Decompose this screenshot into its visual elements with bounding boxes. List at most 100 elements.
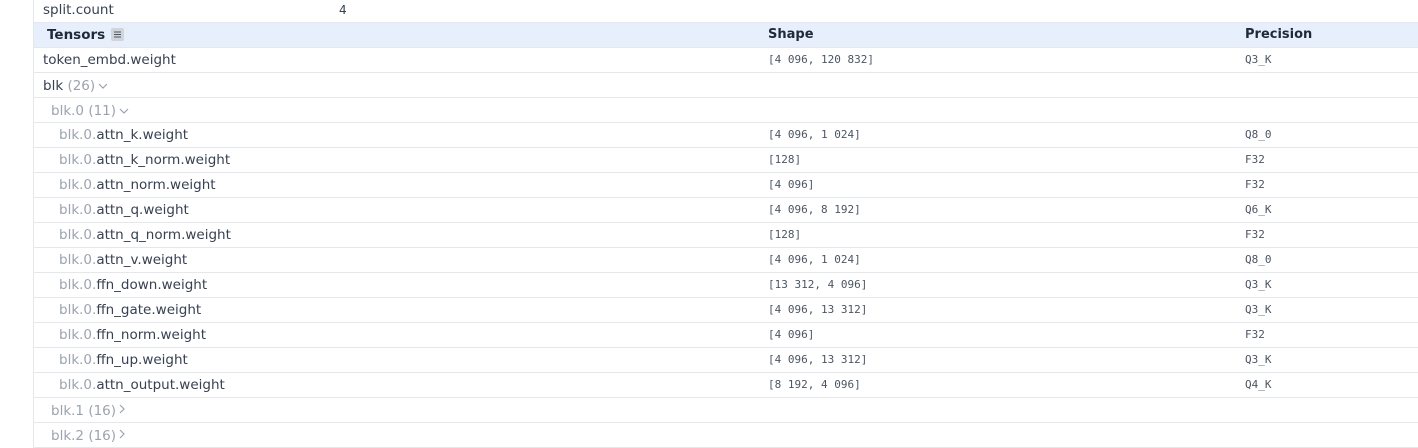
tensor-name: blk.0.ffn_norm.weight [59,323,206,347]
table-row: blk.0.ffn_up.weight [4 096, 13 312] Q3_K [34,348,1418,373]
table-row: blk.0.attn_output.weight [8 192, 4 096] Q4… [34,373,1418,398]
header-shape: Shape [768,27,814,42]
header-tensors: Tensors [47,23,125,47]
tensor-suffix: ffn_gate.weight [96,302,202,318]
tensor-precision: Q4_K [1245,378,1272,391]
table-row: blk.0.attn_v.weight [4 096, 1 024] Q8_0 [34,248,1418,273]
subgroup-name: blk.0 [51,103,85,119]
tensor-suffix: attn_v.weight [96,252,188,268]
tensor-suffix: attn_k_norm.weight [96,152,231,168]
table-row: blk.0.ffn_norm.weight [4 096] F32 [34,323,1418,348]
chevron-down-icon[interactable] [98,73,108,97]
collapsed-group-name: blk.1 [51,403,85,419]
tensor-name: blk.0.attn_k_norm.weight [59,148,230,172]
tensor-suffix: ffn_down.weight [96,277,208,293]
tensor-name: blk.0.attn_norm.weight [59,173,216,197]
collapsed-group-label[interactable]: blk.2 (16) [51,423,125,447]
metadata-value: 4 [339,3,347,17]
collapsed-group-count: (16) [88,403,117,419]
tensor-name: blk.0.attn_output.weight [59,373,225,397]
chevron-down-icon[interactable] [119,98,129,122]
tensor-shape: [4 096, 8 192] [768,203,861,216]
tensor-shape: [128] [768,153,802,166]
collapsed-group-name: blk.2 [51,428,85,444]
tensor-suffix: attn_output.weight [96,377,225,393]
tensor-prefix: blk.0. [59,377,97,393]
tensor-name: blk.0.attn_k.weight [59,123,188,147]
table-row: blk.0.attn_k_norm.weight [128] F32 [34,148,1418,173]
tensor-name: blk.0.attn_v.weight [59,248,187,272]
tensor-precision: F32 [1245,178,1265,191]
tensor-precision: F32 [1245,153,1265,166]
tensor-shape: [13 312, 4 096] [768,278,868,291]
tensor-precision: F32 [1245,328,1265,341]
tensor-prefix: blk.0. [59,352,97,368]
tensor-shape: [4 096, 1 024] [768,253,861,266]
group-count: (26) [67,78,96,94]
table-row: blk.0.attn_norm.weight [4 096] F32 [34,173,1418,198]
tensor-precision: Q3_K [1245,53,1272,66]
tensor-suffix: attn_q_norm.weight [96,227,231,243]
table-row: blk.0.ffn_gate.weight [4 096, 13 312] Q3_K [34,298,1418,323]
group-label[interactable]: blk (26) [43,73,108,97]
tensor-shape: [4 096, 1 024] [768,128,861,141]
tensor-name: blk.0.attn_q.weight [59,198,189,222]
tensor-shape: [4 096] [768,178,815,191]
tensor-prefix: blk.0. [59,177,97,193]
leaf-rows: blk.0.attn_k.weight [4 096, 1 024] Q8_0 blk… [34,123,1418,398]
tensor-shape: [128] [768,228,802,241]
table-header: Tensors Shape Precision [34,23,1418,48]
tensor-precision: Q6_K [1245,203,1272,216]
tensor-shape: [4 096, 120 832] [768,53,874,66]
table-row: blk.0.ffn_down.weight [13 312, 4 096] Q3_K [34,273,1418,298]
tensor-precision: Q3_K [1245,278,1272,291]
menu-lines-icon[interactable] [111,28,125,41]
tensor-name: blk.0.ffn_gate.weight [59,298,201,322]
chevron-right-icon[interactable] [119,398,125,422]
table-row: token_embd.weight [4 096, 120 832] Q3_K [34,48,1418,73]
tensor-prefix: blk.0. [59,227,97,243]
group-row-blk-0[interactable]: blk.0 (11) [34,98,1418,123]
tensor-precision: F32 [1245,228,1265,241]
group-row-blk[interactable]: blk (26) [34,73,1418,98]
collapsed-group-row[interactable]: blk.1 (16) [34,398,1418,423]
tensor-shape: [8 192, 4 096] [768,378,861,391]
table-row: blk.0.attn_k.weight [4 096, 1 024] Q8_0 [34,123,1418,148]
tensor-prefix: blk.0. [59,327,97,343]
tensor-shape: [4 096, 13 312] [768,353,868,366]
collapsed-group-label[interactable]: blk.1 (16) [51,398,125,422]
group-name: blk [43,78,64,94]
collapsed-group-row[interactable]: blk.2 (16) [34,423,1418,448]
collapsed-rows: blk.1 (16) blk.2 (16) [34,398,1418,448]
metadata-key: split.count [43,2,114,18]
tensor-name: blk.0.attn_q_norm.weight [59,223,231,247]
tensor-shape: [4 096] [768,328,815,341]
tensor-suffix: attn_k.weight [96,127,189,143]
tensor-precision: Q3_K [1245,353,1272,366]
tensor-suffix: ffn_norm.weight [96,327,207,343]
tensor-name: token_embd.weight [43,52,176,68]
tensor-precision: Q8_0 [1245,253,1272,266]
table-row: blk.0.attn_q.weight [4 096, 8 192] Q6_K [34,198,1418,223]
tensor-table: split.count 4 Tensors Shape Precision to… [33,0,1418,448]
header-tensors-label: Tensors [47,27,106,43]
tensor-name: blk.0.ffn_up.weight [59,348,188,372]
tensor-prefix: blk.0. [59,152,97,168]
chevron-right-icon[interactable] [119,423,125,447]
tensor-suffix: ffn_up.weight [96,352,188,368]
tensor-precision: Q8_0 [1245,128,1272,141]
tensor-name: blk.0.ffn_down.weight [59,273,207,297]
collapsed-group-count: (16) [88,428,117,444]
header-precision: Precision [1245,27,1313,42]
tensor-shape: [4 096, 13 312] [768,303,868,316]
tensor-prefix: blk.0. [59,202,97,218]
tensor-prefix: blk.0. [59,252,97,268]
metadata-row: split.count 4 [34,0,1418,23]
subgroup-label[interactable]: blk.0 (11) [51,98,129,122]
table-row: blk.0.attn_q_norm.weight [128] F32 [34,223,1418,248]
tensor-prefix: blk.0. [59,277,97,293]
tensor-prefix: blk.0. [59,127,97,143]
tensor-suffix: attn_norm.weight [96,177,216,193]
subgroup-count: (11) [88,103,117,119]
tensor-suffix: attn_q.weight [96,202,189,218]
